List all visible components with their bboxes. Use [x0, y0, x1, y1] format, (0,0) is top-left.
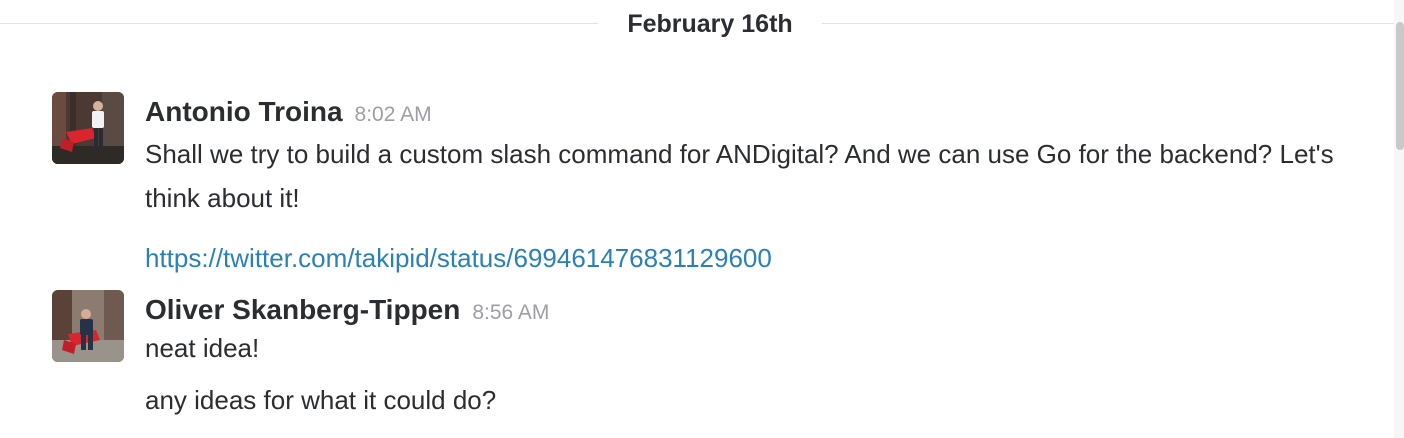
avatar-photo-icon: [52, 290, 124, 362]
message-header: Oliver Skanberg-Tippen 8:56 AM: [145, 292, 1340, 328]
timestamp[interactable]: 8:56 AM: [472, 301, 549, 324]
sender-name[interactable]: Antonio Troina: [145, 96, 343, 127]
day-divider-label: February 16th: [627, 10, 793, 38]
avatar[interactable]: [52, 290, 124, 362]
message-antonio: Antonio Troina 8:02 AM Shall we try to bu…: [0, 92, 1380, 276]
message-body: Oliver Skanberg-Tippen 8:56 AM neat idea!…: [145, 292, 1340, 422]
avatar[interactable]: [52, 92, 124, 164]
link-row: https://twitter.com/takipid/status/69946…: [145, 236, 1340, 280]
message-text: any ideas for what it could do?: [145, 385, 497, 415]
message-text: neat idea!: [145, 333, 260, 363]
divider-line-left: [0, 23, 598, 24]
sender-name[interactable]: Oliver Skanberg-Tippen: [145, 294, 460, 325]
day-divider: February 16th: [0, 0, 1394, 48]
divider-line-right: [822, 23, 1394, 24]
message-oliver: Oliver Skanberg-Tippen 8:56 AM neat idea!…: [0, 290, 1380, 430]
message-link[interactable]: https://twitter.com/takipid/status/69946…: [145, 243, 772, 273]
message-body: Antonio Troina 8:02 AM Shall we try to bu…: [145, 94, 1340, 280]
message-pane: February 16th Antonio Troina 8:02 AM Sha…: [0, 0, 1394, 438]
scrollbar-thumb[interactable]: [1396, 22, 1404, 150]
message-text: Shall we try to build a custom slash com…: [145, 139, 1334, 213]
avatar-photo-icon: [52, 92, 124, 164]
timestamp[interactable]: 8:02 AM: [355, 103, 432, 126]
message-header: Antonio Troina 8:02 AM: [145, 94, 1340, 130]
